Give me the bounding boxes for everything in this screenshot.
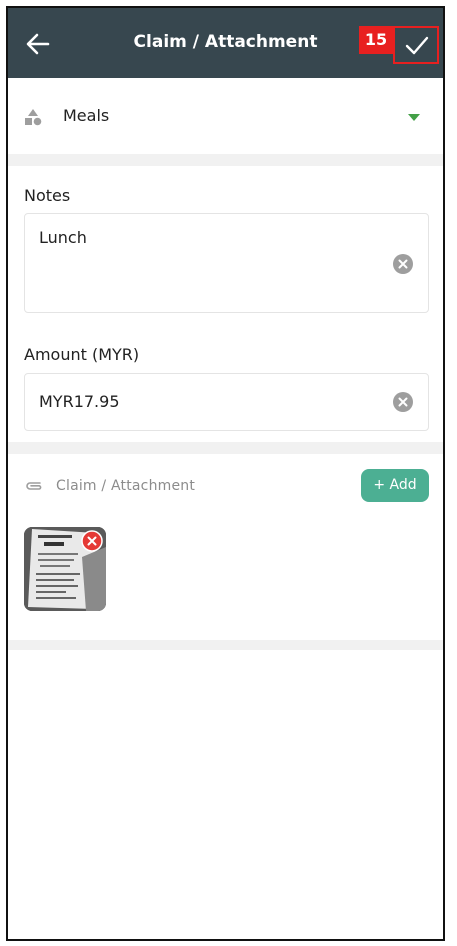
section-divider [8, 442, 443, 454]
app-header: Claim / Attachment 15 [8, 8, 443, 78]
clear-icon[interactable] [393, 254, 413, 274]
section-divider [8, 640, 443, 650]
clear-icon[interactable] [393, 392, 413, 412]
notes-value: Lunch [39, 228, 87, 247]
notes-field[interactable]: Lunch [24, 213, 429, 313]
amount-field[interactable]: MYR17.95 [24, 373, 429, 431]
category-label: Meals [63, 106, 110, 125]
check-icon [405, 36, 429, 55]
amount-label: Amount (MYR) [24, 345, 140, 364]
remove-attachment-icon[interactable] [81, 530, 103, 552]
notes-label: Notes [24, 186, 71, 205]
confirm-button[interactable] [393, 26, 439, 64]
shapes-icon [25, 109, 42, 126]
amount-value: MYR17.95 [39, 392, 120, 411]
screen: Claim / Attachment 15 Meals Notes Lunch … [6, 6, 445, 941]
add-attachment-button[interactable]: + Add [361, 469, 429, 502]
step-badge: 15 [359, 26, 393, 54]
chevron-down-icon[interactable] [408, 114, 420, 122]
attachment-section-label: Claim / Attachment [56, 478, 196, 494]
section-divider [8, 154, 443, 166]
paperclip-icon [26, 482, 42, 490]
category-select[interactable]: Meals [8, 80, 443, 154]
